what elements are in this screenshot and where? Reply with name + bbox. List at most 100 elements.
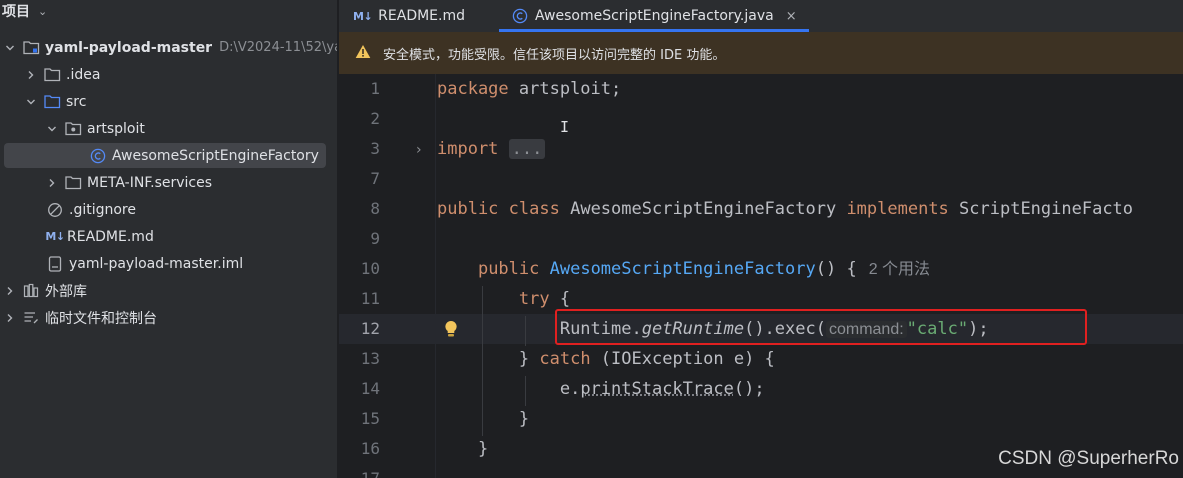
chevron-right-icon[interactable] [4, 312, 16, 324]
code-token: AwesomeScriptEngineFactory [559, 199, 847, 219]
safe-mode-banner: 安全模式，功能受限。信任该项目以访问完整的 IDE 功能。 [339, 32, 1183, 74]
tree-item-label: .idea [66, 66, 101, 83]
tree-item-project-root[interactable]: yaml-payload-master D:\V2024-11\52\yaml [0, 34, 337, 61]
code-line[interactable]: 9 [339, 224, 1183, 254]
tree-item-label: 临时文件和控制台 [45, 310, 157, 327]
lightbulb-icon[interactable] [444, 320, 458, 342]
tab-label: README.md [378, 8, 466, 24]
tree-item-gitignore[interactable]: .gitignore [0, 196, 337, 223]
code-token: public [437, 199, 499, 219]
line-number: 8 [370, 199, 380, 218]
usages-hint[interactable]: 2 个用法 [869, 261, 930, 278]
tree-item-meta-inf[interactable]: META-INF.services [0, 169, 337, 196]
code-line[interactable]: 7 [339, 164, 1183, 194]
code-token: class [508, 199, 560, 219]
chevron-down-icon[interactable]: ⌄ [38, 5, 47, 18]
tab-readme[interactable]: M↓ README.md [339, 0, 499, 32]
tree-item-external-libraries[interactable]: 外部库 [0, 277, 337, 304]
chevron-right-icon[interactable] [25, 69, 37, 81]
chevron-down-icon[interactable] [25, 96, 37, 108]
project-header[interactable]: 项目 ⌄ [0, 0, 337, 22]
tree-item-label: 外部库 [45, 283, 87, 300]
tree-item-readme[interactable]: M↓ README.md [0, 223, 337, 250]
code-token: printStackTrace [580, 379, 734, 399]
code-token: { [549, 289, 571, 309]
library-icon [22, 282, 40, 300]
tree-item-label: .gitignore [69, 201, 136, 218]
tree-item-idea[interactable]: .idea [0, 61, 337, 88]
line-number: 3 [370, 139, 380, 158]
class-icon [89, 147, 107, 165]
tree-item-label: yaml-payload-master.iml [69, 255, 244, 272]
chevron-right-icon[interactable] [4, 285, 16, 297]
code-token: () { [815, 259, 857, 279]
tree-item-label: AwesomeScriptEngineFactory [112, 147, 319, 164]
tree-item-iml[interactable]: yaml-payload-master.iml [0, 250, 337, 277]
folder-icon [43, 66, 61, 84]
code-line[interactable]: 8 public class AwesomeScriptEngineFactor… [339, 194, 1183, 224]
code-line[interactable]: 13 } catch (IOException e) { [339, 344, 1183, 374]
code-line[interactable]: 14 e.printStackTrace(); [339, 374, 1183, 404]
code-line[interactable]: 10 public AwesomeScriptEngineFactory() {… [339, 254, 1183, 284]
tab-awesome-factory[interactable]: AwesomeScriptEngineFactory.java × [499, 0, 809, 32]
markdown-icon: M↓ [353, 9, 373, 23]
code-token: artsploit; [508, 79, 622, 99]
module-folder-icon [22, 39, 40, 57]
editor-tab-bar: M↓ README.md AwesomeScriptEngineFactory.… [339, 0, 1183, 32]
tree-item-label: artsploit [87, 120, 145, 137]
chevron-right-icon[interactable]: › [416, 142, 422, 158]
tree-item-label: README.md [67, 228, 154, 245]
line-number: 16 [360, 439, 380, 458]
code-token: ScriptEngineFacto [948, 199, 1134, 219]
code-editor[interactable]: 1 package artsploit; 2 3 import ... 7 8 … [339, 74, 1183, 478]
tab-label: AwesomeScriptEngineFactory.java [535, 8, 774, 24]
banner-text: 安全模式，功能受限。信任该项目以访问完整的 IDE 功能。 [383, 47, 726, 63]
chevron-right-icon[interactable] [46, 177, 58, 189]
line-number: 7 [370, 169, 380, 188]
highlight-annotation [555, 309, 1087, 345]
file-icon [46, 255, 64, 273]
code-token: import [437, 139, 499, 159]
text-cursor-icon: I [560, 118, 570, 136]
tree-item-artsploit[interactable]: artsploit [0, 115, 337, 142]
line-number: 1 [370, 79, 380, 98]
code-token: public [477, 259, 540, 279]
chevron-down-icon[interactable] [46, 123, 58, 135]
close-icon[interactable]: × [786, 9, 797, 24]
code-token: } [518, 349, 540, 369]
line-number: 17 [339, 464, 380, 478]
code-token: AwesomeScriptEngineFactory [549, 259, 816, 279]
project-tool-window: 项目 ⌄ yaml-payload-master D:\V2024-11\52\… [0, 0, 338, 478]
tree-item-awesome-class[interactable]: AwesomeScriptEngineFactory [0, 142, 337, 169]
code-line[interactable]: 2 [339, 104, 1183, 134]
ignore-file-icon [46, 201, 64, 219]
watermark: CSDN @SuperherRo [998, 448, 1179, 469]
project-path: D:\V2024-11\52\yaml [219, 40, 337, 55]
code-token: implements [846, 199, 949, 219]
tree-item-label: yaml-payload-master [45, 39, 213, 56]
chevron-down-icon[interactable] [4, 42, 16, 54]
line-number: 12 [360, 319, 380, 338]
tree-item-scratches[interactable]: 临时文件和控制台 [0, 304, 337, 331]
line-number: 14 [360, 379, 380, 398]
package-icon [64, 120, 82, 138]
code-line[interactable]: 15 } [339, 404, 1183, 434]
folded-imports[interactable]: ... [508, 139, 546, 159]
line-number: 9 [370, 229, 380, 248]
line-number: 15 [360, 409, 380, 428]
line-number: 11 [360, 289, 380, 308]
tree-item-label: META-INF.services [87, 174, 213, 191]
code-token: try [518, 289, 550, 309]
line-number: 13 [360, 349, 380, 368]
code-line[interactable]: 3 import ... [339, 134, 1183, 164]
code-token: (); [733, 379, 765, 399]
code-line[interactable]: 1 package artsploit; [339, 74, 1183, 104]
code-token: } [518, 409, 530, 429]
tree-item-src[interactable]: src [0, 88, 337, 115]
warning-icon [355, 44, 371, 63]
indent-guide [525, 376, 526, 406]
project-title: 项目 [2, 4, 30, 20]
code-token: catch [539, 349, 591, 369]
indent-guide [482, 286, 483, 436]
code-token: } [477, 439, 489, 459]
